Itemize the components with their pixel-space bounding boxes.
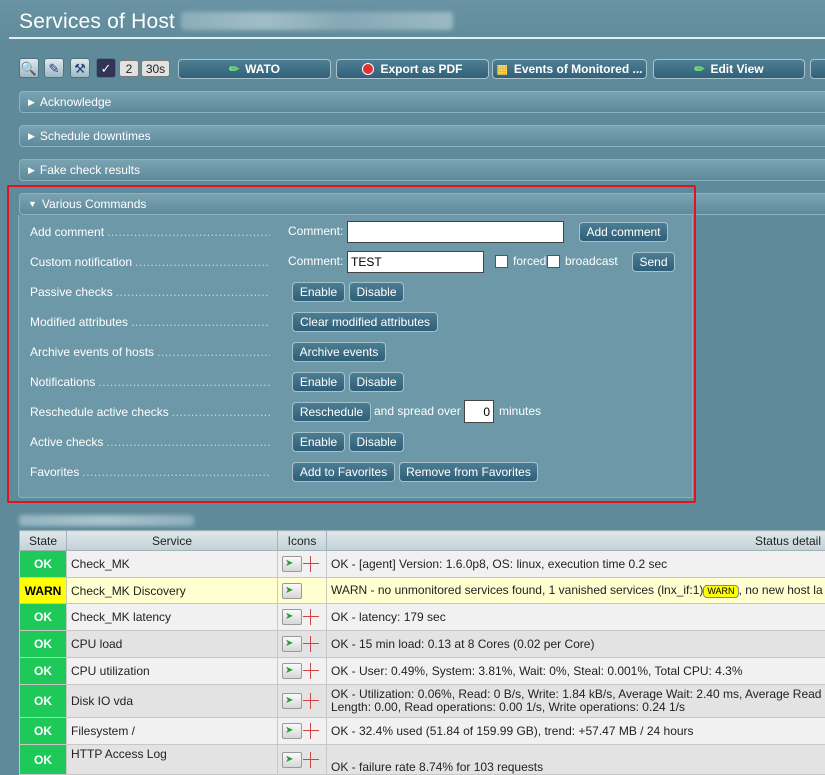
column-header-icons[interactable]: Icons (278, 531, 327, 551)
service-icons: ➤ (278, 578, 327, 604)
state-badge: WARN (20, 578, 67, 604)
table-row: OK CPU utilization ➤ OK - User: 0.49%, S… (20, 658, 825, 685)
refresh-interval-button[interactable]: 30s (141, 60, 170, 77)
edit-view-button[interactable]: ✏Edit View (653, 59, 805, 79)
action-menu-icon[interactable]: ➤ (282, 556, 302, 572)
table-row: OK Disk IO vda ➤ OK - Utilization: 0.06%… (20, 685, 825, 718)
display-options-icon[interactable]: ✎ (44, 58, 64, 78)
num-columns-button[interactable]: 2 (119, 60, 139, 77)
status-detail: OK - failure rate 8.74% for 103 requests (327, 745, 825, 775)
state-badge: OK (20, 551, 67, 578)
state-badge: OK (20, 658, 67, 685)
service-icons: ➤ (278, 685, 327, 718)
status-detail: OK - 32.4% used (51.84 of 159.99 GB), tr… (327, 718, 825, 745)
state-badge: OK (20, 604, 67, 631)
column-header-state[interactable]: State (20, 531, 67, 551)
status-detail: WARN - no unmonitored services found, 1 … (327, 578, 825, 604)
fold-schedule-downtimes[interactable]: ▶Schedule downtimes (19, 125, 825, 147)
action-menu-icon[interactable]: ➤ (282, 723, 302, 739)
triangle-right-icon: ▶ (28, 131, 35, 142)
action-menu-icon[interactable]: ➤ (282, 583, 302, 599)
action-menu-icon[interactable]: ➤ (282, 693, 302, 709)
action-menu-icon[interactable]: ➤ (282, 609, 302, 625)
more-toolbar-button[interactable] (810, 59, 825, 79)
graph-icon[interactable] (303, 663, 319, 679)
service-link[interactable]: Disk IO vda (67, 685, 278, 718)
service-icons: ➤ (278, 631, 327, 658)
table-row: OK HTTP Access Log ➤ OK - failure rate 8… (20, 745, 825, 775)
column-header-status-detail[interactable]: Status detail (327, 531, 825, 551)
triangle-right-icon: ▶ (28, 97, 35, 108)
status-detail: OK - [agent] Version: 1.6.0p8, OS: linux… (327, 551, 825, 578)
table-row: WARN Check_MK Discovery ➤ WARN - no unmo… (20, 578, 825, 604)
graph-icon[interactable] (303, 723, 319, 739)
triangle-right-icon: ▶ (28, 165, 35, 176)
service-icons: ➤ (278, 604, 327, 631)
action-menu-icon[interactable]: ➤ (282, 663, 302, 679)
events-icon: ▦ (496, 62, 507, 76)
pencil-icon: ✏ (229, 62, 239, 76)
service-link[interactable]: CPU utilization (67, 658, 278, 685)
blurred-hostname (181, 12, 453, 30)
service-icons: ➤ (278, 745, 327, 775)
graph-icon[interactable] (303, 636, 319, 652)
events-button[interactable]: ▦Events of Monitored ... (492, 59, 647, 79)
status-detail: OK - 15 min load: 0.13 at 8 Cores (0.02 … (327, 631, 825, 658)
hammer-icon[interactable]: ⚒ (70, 58, 90, 78)
page-title: Services of Host (19, 10, 453, 34)
state-badge: OK (20, 718, 67, 745)
pdf-icon (362, 63, 374, 75)
action-menu-icon[interactable]: ➤ (282, 752, 302, 768)
service-icons: ➤ (278, 551, 327, 578)
state-badge: OK (20, 631, 67, 658)
graph-icon[interactable] (303, 556, 319, 572)
service-icons: ➤ (278, 718, 327, 745)
graph-icon[interactable] (303, 693, 319, 709)
service-icons: ➤ (278, 658, 327, 685)
status-detail: OK - User: 0.49%, System: 3.81%, Wait: 0… (327, 658, 825, 685)
graph-icon[interactable] (303, 609, 319, 625)
highlight-frame (7, 185, 696, 503)
state-badge: OK (20, 685, 67, 718)
table-row: OK Check_MK ➤ OK - [agent] Version: 1.6.… (20, 551, 825, 578)
action-menu-icon[interactable]: ➤ (282, 636, 302, 652)
blurred-host-heading (19, 515, 194, 526)
title-bar: Services of Host (0, 0, 825, 44)
title-underline (9, 37, 825, 39)
table-row: OK Check_MK latency ➤ OK - latency: 179 … (20, 604, 825, 631)
table-row: OK CPU load ➤ OK - 15 min load: 0.13 at … (20, 631, 825, 658)
fold-acknowledge[interactable]: ▶Acknowledge (19, 91, 825, 113)
fold-fake-check-results[interactable]: ▶Fake check results (19, 159, 825, 181)
status-detail: OK - Utilization: 0.06%, Read: 0 B/s, Wr… (327, 685, 825, 718)
state-badge: OK (20, 745, 67, 775)
status-detail: OK - latency: 179 sec (327, 604, 825, 631)
checkbox-icon[interactable]: ✓ (96, 58, 116, 78)
warn-badge: WARN (703, 585, 738, 598)
export-pdf-button[interactable]: Export as PDF (336, 59, 489, 79)
search-icon[interactable]: 🔍 (19, 58, 39, 78)
service-link[interactable]: Check_MK (67, 551, 278, 578)
service-link[interactable]: Check_MK latency (67, 604, 278, 631)
service-link[interactable]: Check_MK Discovery (67, 578, 278, 604)
service-link[interactable]: Filesystem / (67, 718, 278, 745)
column-header-service[interactable]: Service (67, 531, 278, 551)
service-link[interactable]: HTTP Access Log (67, 745, 278, 775)
pencil-icon: ✏ (694, 62, 704, 76)
toolbar: 🔍 ✎ ⚒ ✓ 2 30s ✏WATO Export as PDF ▦Event… (0, 57, 825, 81)
wato-button[interactable]: ✏WATO (178, 59, 331, 79)
services-table: State Service Icons Status detail OK Che… (19, 530, 825, 775)
graph-icon[interactable] (303, 752, 319, 768)
table-row: OK Filesystem / ➤ OK - 32.4% used (51.84… (20, 718, 825, 745)
service-link[interactable]: CPU load (67, 631, 278, 658)
